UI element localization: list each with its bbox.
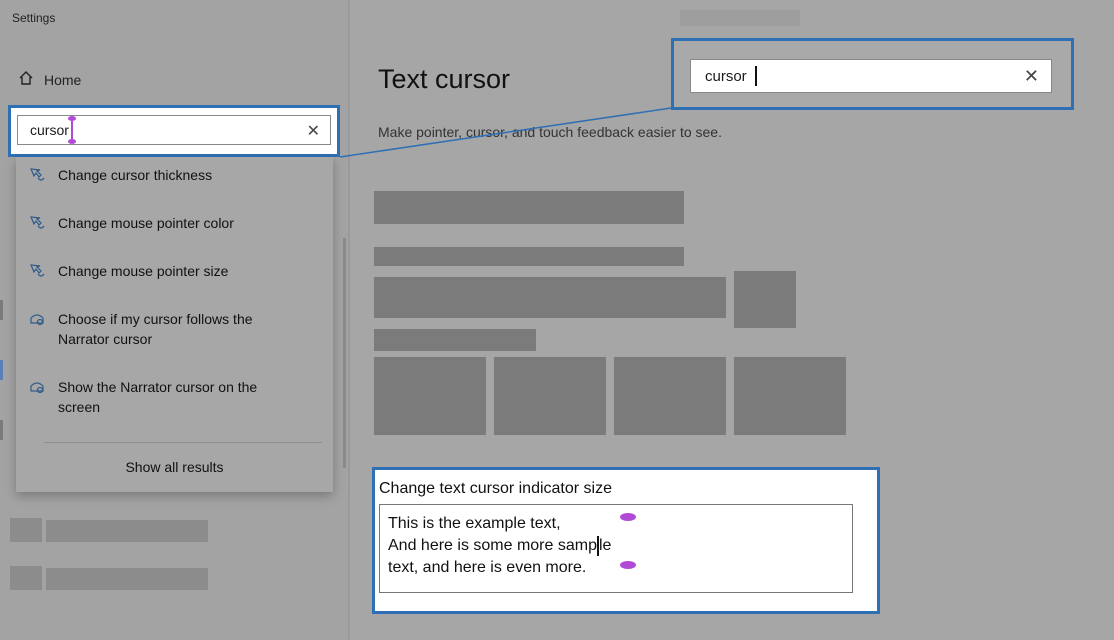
search-result-label: Change mouse pointer size bbox=[58, 263, 229, 279]
placeholder-block bbox=[614, 357, 726, 435]
search-result-item[interactable]: Change mouse pointer color bbox=[28, 213, 318, 233]
search-result-item[interactable]: Choose if my cursor follows the Narrator… bbox=[28, 309, 268, 349]
placeholder-block bbox=[734, 357, 846, 435]
page-description: Make pointer, cursor, and touch feedback… bbox=[378, 124, 722, 140]
pointer-hand-icon bbox=[30, 216, 45, 229]
search-result-item[interactable]: Change cursor thickness bbox=[28, 165, 318, 185]
app-title: Settings bbox=[12, 11, 56, 25]
sidebar-placeholder-label bbox=[46, 520, 208, 542]
search-result-item[interactable]: Change mouse pointer size bbox=[28, 261, 318, 281]
placeholder-block bbox=[494, 357, 606, 435]
search-results-dropdown: Change cursor thickness Change mouse poi… bbox=[16, 157, 333, 492]
sidebar-edge-marker bbox=[0, 300, 3, 320]
placeholder-block bbox=[374, 329, 536, 351]
placeholder-block bbox=[374, 191, 684, 224]
close-icon[interactable]: ✕ bbox=[1024, 66, 1039, 87]
search-result-label: Change mouse pointer color bbox=[58, 215, 234, 231]
example-line: text, and here is even more. bbox=[388, 559, 587, 576]
text-cursor bbox=[754, 66, 757, 86]
narrator-icon bbox=[30, 382, 44, 394]
example-title: Change text cursor indicator size bbox=[379, 480, 612, 497]
sidebar-placeholder-icon bbox=[10, 518, 42, 542]
example-callout: Change text cursor indicator size This i… bbox=[372, 467, 880, 614]
search-value: cursor bbox=[705, 67, 747, 85]
placeholder-block bbox=[374, 247, 684, 266]
search-highlight: cursor ✕ bbox=[8, 105, 340, 157]
search-result-item[interactable]: Show the Narrator cursor on the screen bbox=[28, 377, 268, 417]
close-icon[interactable]: ✕ bbox=[307, 121, 320, 141]
sidebar-selection-marker bbox=[0, 360, 3, 380]
sidebar-scrollbar[interactable] bbox=[343, 238, 346, 468]
search-result-label: Show the Narrator cursor on the screen bbox=[58, 379, 258, 415]
home-icon bbox=[18, 70, 34, 89]
example-line: This is the example text, bbox=[388, 515, 561, 532]
search-value: cursor bbox=[30, 122, 69, 138]
sidebar-item-label: Home bbox=[44, 71, 82, 88]
divider bbox=[44, 442, 322, 443]
cursor-indicator-bottom-icon bbox=[620, 561, 636, 569]
search-result-label: Change cursor thickness bbox=[58, 167, 213, 183]
sidebar-item-home[interactable]: Home bbox=[18, 70, 81, 89]
search-input-zoomed[interactable]: cursor ✕ bbox=[690, 59, 1052, 93]
text-cursor-indicator bbox=[67, 116, 76, 144]
example-line: And here is some more samp le bbox=[388, 535, 844, 557]
example-line-segment: And here is some more samp bbox=[388, 537, 597, 554]
pointer-hand-icon bbox=[30, 264, 45, 277]
search-input[interactable]: cursor ✕ bbox=[17, 115, 331, 145]
sidebar-placeholder-icon bbox=[10, 566, 42, 590]
cursor-indicator-top-icon bbox=[620, 513, 636, 521]
page-title: Text cursor bbox=[378, 64, 511, 94]
header-placeholder bbox=[680, 10, 800, 26]
sidebar-edge-marker bbox=[0, 420, 3, 440]
pointer-hand-icon bbox=[30, 168, 45, 181]
example-line-segment: le bbox=[598, 537, 612, 554]
narrator-icon bbox=[30, 314, 44, 326]
example-text-box: This is the example text, And here is so… bbox=[379, 504, 853, 593]
placeholder-block bbox=[734, 271, 796, 328]
search-zoom-callout: cursor ✕ bbox=[671, 38, 1074, 110]
show-all-results-link[interactable]: Show all results bbox=[16, 459, 333, 475]
placeholder-block bbox=[374, 357, 486, 435]
sidebar-placeholder-label bbox=[46, 568, 208, 590]
search-result-label: Choose if my cursor follows the Narrator… bbox=[58, 311, 253, 347]
placeholder-block bbox=[374, 277, 726, 318]
